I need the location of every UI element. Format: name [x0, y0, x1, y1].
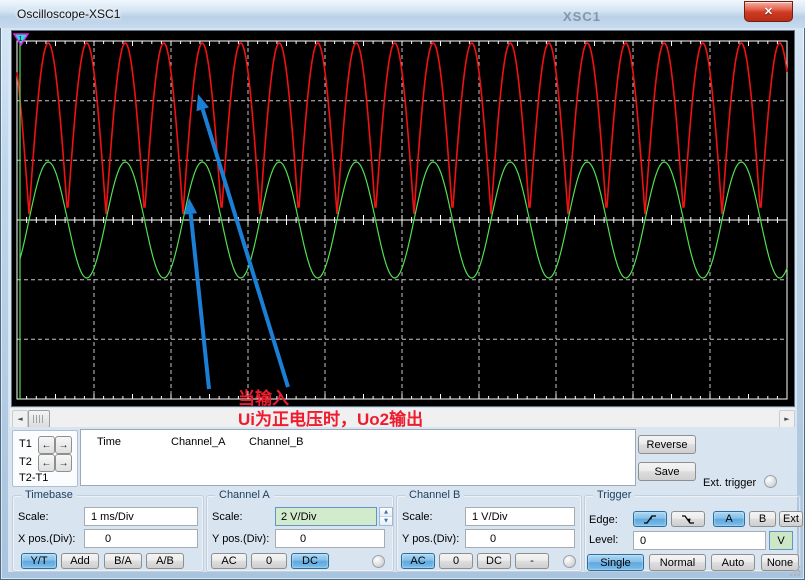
trigger-group: Trigger Edge: A B Ext Level: 0 V Single … — [584, 495, 801, 572]
close-icon: ✕ — [764, 5, 773, 18]
scroll-right-button[interactable]: ► — [779, 410, 795, 428]
readout-col-channel-a: Channel_A — [171, 436, 225, 448]
window-content: 1 ◄ ► 当输入 Ui为正电压时，Uo2输出 T1 ← → T2 — [8, 28, 797, 572]
ext-trigger-label: Ext. trigger — [703, 477, 756, 489]
channel-b-scale-field[interactable]: 1 V/Div — [465, 507, 575, 526]
channel-a-ypos-label: Y pos.(Div): — [212, 533, 269, 545]
trigger-falling-edge-button[interactable] — [671, 511, 705, 527]
trigger-source-a-button[interactable]: A — [713, 511, 745, 527]
spinner-down-icon[interactable]: ▼ — [380, 516, 392, 525]
readout-col-time: Time — [97, 436, 121, 448]
right-arrow-icon: → — [59, 458, 69, 469]
window-title: Oscilloscope-XSC1 — [17, 7, 120, 21]
resize-grip[interactable] — [789, 565, 801, 577]
t1-left-button[interactable]: ← — [38, 436, 55, 454]
scroll-left-icon: ◄ — [17, 415, 22, 423]
channel-a-zero-button[interactable]: 0 — [251, 553, 287, 569]
trigger-rising-edge-button[interactable] — [633, 511, 667, 527]
timebase-group: Timebase Scale: 1 ms/Div X pos.(Div): 0 … — [12, 495, 204, 572]
rising-edge-icon — [643, 513, 657, 525]
trigger-auto-button[interactable]: Auto — [711, 554, 755, 571]
channel-a-scale-field[interactable]: 2 V/Div — [275, 507, 377, 526]
ext-trigger-connector — [764, 475, 777, 488]
trigger-normal-button[interactable]: Normal — [649, 554, 706, 571]
background-watermark: XSC1 — [563, 9, 601, 24]
t2-right-button[interactable]: → — [55, 454, 72, 472]
readout-col-channel-b: Channel_B — [249, 436, 303, 448]
trigger-level-label: Level: — [589, 534, 618, 546]
timebase-xpos-field[interactable]: 0 — [84, 529, 198, 548]
timebase-xpos-label: X pos.(Div): — [18, 533, 75, 545]
timebase-ab-button[interactable]: A/B — [146, 553, 184, 569]
annotation-line2: Ui为正电压时，Uo2输出 — [238, 409, 518, 430]
channel-b-connector — [563, 555, 576, 568]
timebase-title: Timebase — [21, 489, 77, 501]
timebase-scale-label: Scale: — [18, 511, 49, 523]
scroll-left-button[interactable]: ◄ — [12, 410, 28, 428]
thumb-grip-icon — [33, 415, 43, 423]
timebase-yt-button[interactable]: Y/T — [21, 553, 57, 569]
timebase-add-button[interactable]: Add — [61, 553, 99, 569]
scope-display: 1 — [11, 30, 795, 407]
left-arrow-icon: ← — [42, 458, 52, 469]
trigger-single-button[interactable]: Single — [587, 554, 644, 571]
cursor-box: T1 ← → T2 ← → T2-T1 — [12, 430, 78, 487]
scroll-right-icon: ► — [784, 415, 789, 423]
falling-edge-icon — [681, 513, 695, 525]
t1-right-button[interactable]: → — [55, 436, 72, 454]
channel-b-group: Channel B Scale: 1 V/Div Y pos.(Div): 0 … — [396, 495, 582, 572]
trigger-source-b-button[interactable]: B — [749, 511, 776, 527]
channel-b-minus-button[interactable]: - — [515, 553, 549, 569]
waveform-canvas: 1 — [13, 32, 793, 405]
scroll-thumb[interactable] — [28, 410, 50, 428]
channel-b-dc-button[interactable]: DC — [477, 553, 511, 569]
channel-a-connector — [372, 555, 385, 568]
spinner-up-icon[interactable]: ▲ — [380, 508, 392, 516]
left-arrow-icon: ← — [42, 440, 52, 451]
oscilloscope-window: Oscilloscope-XSC1 XSC1 ✕ 1 ◄ ► 当输入 Ui为正电… — [0, 0, 805, 580]
channel-b-ac-button[interactable]: AC — [401, 553, 435, 569]
annotation-text: 当输入 Ui为正电压时，Uo2输出 — [238, 388, 518, 430]
channel-a-title: Channel A — [215, 489, 274, 501]
save-button[interactable]: Save — [638, 462, 696, 481]
title-bar[interactable]: Oscilloscope-XSC1 XSC1 ✕ — [0, 0, 805, 28]
channel-a-scale-spinner[interactable]: ▲ ▼ — [379, 507, 393, 526]
trigger-title: Trigger — [593, 489, 635, 501]
channel-a-dc-button[interactable]: DC — [291, 553, 329, 569]
cursor-readout: Time Channel_A Channel_B — [80, 429, 636, 486]
reverse-button[interactable]: Reverse — [638, 435, 696, 454]
svg-text:1: 1 — [19, 36, 23, 43]
trigger-source-ext-button[interactable]: Ext — [779, 511, 803, 527]
t2-label: T2 — [19, 456, 32, 468]
timebase-scale-field[interactable]: 1 ms/Div — [84, 507, 198, 526]
annotation-line1: 当输入 — [238, 388, 518, 409]
trigger-level-unit: V — [769, 531, 793, 550]
channel-a-ac-button[interactable]: AC — [211, 553, 247, 569]
channel-b-ypos-label: Y pos.(Div): — [402, 533, 459, 545]
t2-t1-label: T2-T1 — [19, 472, 48, 484]
channel-b-scale-label: Scale: — [402, 511, 433, 523]
t1-label: T1 — [19, 438, 32, 450]
channel-a-group: Channel A Scale: 2 V/Div ▲ ▼ Y pos.(Div)… — [206, 495, 394, 572]
right-arrow-icon: → — [59, 440, 69, 451]
channel-b-title: Channel B — [405, 489, 464, 501]
channel-b-ypos-field[interactable]: 0 — [465, 529, 575, 548]
channel-a-ypos-field[interactable]: 0 — [275, 529, 385, 548]
close-button[interactable]: ✕ — [744, 1, 793, 22]
t2-left-button[interactable]: ← — [38, 454, 55, 472]
trigger-level-field[interactable]: 0 — [633, 531, 766, 550]
channel-a-scale-label: Scale: — [212, 511, 243, 523]
timebase-ba-button[interactable]: B/A — [104, 553, 142, 569]
channel-b-zero-button[interactable]: 0 — [439, 553, 473, 569]
control-panel: T1 ← → T2 ← → T2-T1 Time Channel_A Chann… — [8, 427, 797, 572]
trigger-edge-label: Edge: — [589, 514, 618, 526]
